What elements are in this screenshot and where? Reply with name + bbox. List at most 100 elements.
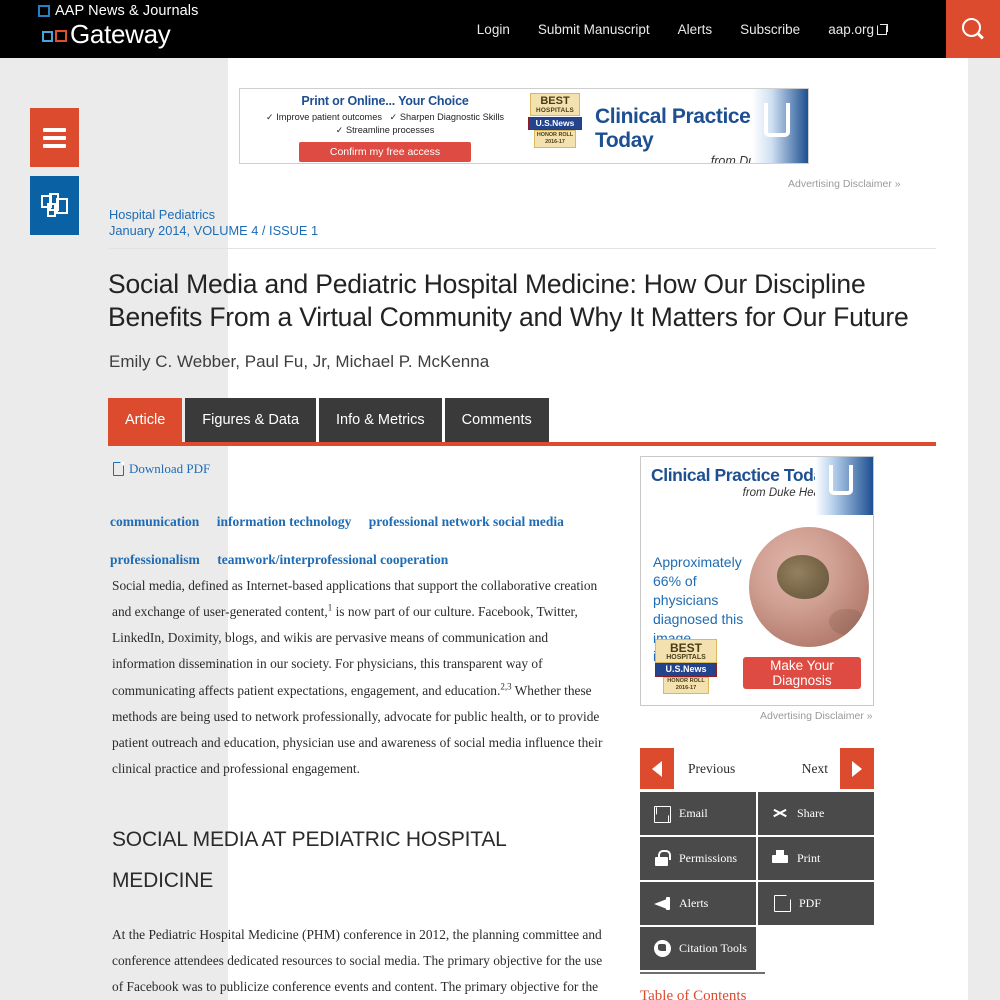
site-logo[interactable]: AAP News & Journals Gateway (38, 4, 198, 46)
email-button[interactable]: Email (640, 792, 756, 835)
search-icon (962, 18, 984, 40)
footnote-ref-2[interactable]: 2,3 (500, 681, 511, 691)
article-body: Social media, defined as Internet-based … (112, 573, 604, 1000)
advertising-disclaimer-top[interactable]: Advertising Disclaimer » (788, 178, 901, 190)
sidebar-badge-usnews-text: U.S.News (655, 663, 717, 677)
pdf-document-icon (113, 462, 124, 476)
email-label: Email (679, 806, 708, 820)
citation-tools-label: Citation Tools (679, 941, 747, 955)
sidebar-badge-best-text: BEST (669, 641, 702, 655)
article-tabs: Article Figures & Data Info & Metrics Co… (108, 398, 552, 442)
menu-toggle-button[interactable] (30, 108, 79, 167)
journal-name-link[interactable]: Hospital Pediatrics (109, 206, 215, 223)
top-header-bar: AAP News & Journals Gateway Login Submit… (0, 0, 1000, 58)
sidebar-advertisement[interactable]: Clinical Practice Today from Duke Health… (640, 456, 874, 706)
previous-article-button[interactable] (640, 748, 674, 789)
arrow-right-icon (852, 760, 862, 777)
banner-ad-headline: Print or Online... Your Choice (301, 94, 469, 108)
make-your-diagnosis-button[interactable]: Make Your Diagnosis (743, 657, 861, 689)
advertising-disclaimer-sidebar[interactable]: Advertising Disclaimer » (760, 710, 873, 722)
page-title: Social Media and Pediatric Hospital Medi… (108, 269, 909, 333)
permissions-label: Permissions (679, 851, 738, 865)
toc-divider (640, 972, 765, 974)
badge-hospitals-text: HOSPITALS (536, 107, 574, 114)
keyword-professionalism[interactable]: professionalism (110, 552, 200, 567)
printer-icon (772, 850, 789, 867)
alerts-label: Alerts (679, 896, 709, 910)
sidebar-ad-header: Clinical Practice Today from Duke Health (641, 457, 873, 515)
banner-ad-bullet-1: ✓ Improve patient outcomes (265, 112, 382, 122)
nav-alerts[interactable]: Alerts (678, 22, 713, 37)
right-margin (968, 58, 1000, 1000)
permissions-button[interactable]: Permissions (640, 837, 756, 880)
logo-square-orange-icon (55, 30, 67, 43)
sidebar-ad-title: Clinical Practice Today (651, 465, 833, 485)
share-button[interactable]: Share (758, 792, 874, 835)
citation-icon (654, 940, 671, 957)
issue-info-link[interactable]: January 2014, VOLUME 4 / ISSUE 1 (109, 223, 318, 238)
previous-article-label[interactable]: Previous (674, 748, 758, 789)
sidebar-badge-hospitals-text: HOSPITALS (666, 654, 706, 661)
sidebar-ad-title-block: Clinical Practice Today from Duke Health (651, 465, 833, 499)
download-pdf-link[interactable]: Download PDF (113, 461, 210, 477)
divider (109, 248, 936, 249)
envelope-icon (654, 806, 671, 823)
sidebar-best-hospitals-badge: BEST HOSPITALS U.S.News HONOR ROLL 2016-… (655, 639, 717, 694)
panels-icon (40, 192, 69, 219)
tab-article[interactable]: Article (108, 398, 183, 442)
logo-square-blue-icon (38, 5, 50, 18)
article-pager: Previous Next (640, 748, 874, 789)
citation-tools-button[interactable]: Citation Tools (640, 927, 756, 970)
author-list: Emily C. Webber, Paul Fu, Jr, Michael P.… (109, 352, 490, 371)
nav-login[interactable]: Login (477, 22, 510, 37)
banner-ad-left: Print or Online... Your Choice ✓ Improve… (240, 89, 530, 163)
panels-button[interactable] (30, 176, 79, 235)
arrow-left-icon (652, 760, 662, 777)
duke-u-icon (829, 465, 853, 495)
banner-ad-cta-button[interactable]: Confirm my free access (299, 141, 471, 162)
duke-u-icon (764, 103, 790, 137)
pdf-button[interactable]: PDF (758, 882, 874, 925)
keyword-list: communication information technology pro… (110, 503, 600, 578)
print-label: Print (797, 851, 821, 865)
paragraph-2: At the Pediatric Hospital Medicine (PHM)… (112, 927, 603, 995)
next-article-label[interactable]: Next (758, 748, 840, 789)
share-label: Share (797, 806, 825, 820)
nav-submit-manuscript[interactable]: Submit Manuscript (538, 22, 650, 37)
left-rail (30, 108, 79, 244)
external-link-icon (877, 23, 888, 35)
top-navigation: Login Submit Manuscript Alerts Subscribe… (477, 0, 888, 58)
keyword-teamwork[interactable]: teamwork/interprofessional cooperation (217, 552, 448, 567)
next-article-button[interactable] (840, 748, 874, 789)
keyword-professional-network-social-media[interactable]: professional network social media (369, 514, 564, 529)
share-icon (772, 805, 789, 822)
page-root: AAP News & Journals Gateway Login Submit… (0, 0, 1000, 1000)
sidebar-badge-honor-roll-text: HONOR ROLL 2016-17 (663, 676, 709, 694)
nav-aap-org-label: aap.org (828, 21, 874, 37)
article-action-grid: Email Share Permissions Print Alerts PDF… (640, 792, 874, 970)
nav-subscribe[interactable]: Subscribe (740, 22, 800, 37)
paragraph-1: Social media, defined as Internet-based … (112, 573, 604, 782)
keyword-information-technology[interactable]: information technology (217, 514, 352, 529)
section-heading: SOCIAL MEDIA AT PEDIATRIC HOSPITAL MEDIC… (112, 828, 506, 893)
megaphone-icon (654, 895, 671, 912)
badge-best-text: BEST (540, 95, 570, 107)
tab-comments[interactable]: Comments (444, 398, 549, 442)
sidebar-duke-logo-panel (815, 457, 873, 515)
hamburger-menu-icon (43, 124, 66, 152)
keyword-communication[interactable]: communication (110, 514, 199, 529)
pdf-label: PDF (799, 896, 822, 910)
nav-aap-org[interactable]: aap.org (828, 22, 888, 37)
print-button[interactable]: Print (758, 837, 874, 880)
tab-info-metrics[interactable]: Info & Metrics (319, 398, 442, 442)
badge-honor-roll-text: HONOR ROLL (536, 131, 574, 138)
duke-logo-panel (752, 89, 808, 163)
search-button[interactable] (946, 0, 1000, 58)
banner-advertisement[interactable]: Print or Online... Your Choice ✓ Improve… (239, 88, 809, 164)
banner-ad-bullet-3: ✓ Streamline processes (335, 125, 435, 136)
badge-year-text: 2016-17 (545, 138, 565, 145)
alerts-button[interactable]: Alerts (640, 882, 756, 925)
lock-icon (654, 850, 671, 867)
tab-figures-data[interactable]: Figures & Data (185, 398, 317, 442)
table-of-contents-link[interactable]: Table of Contents (640, 988, 746, 1000)
